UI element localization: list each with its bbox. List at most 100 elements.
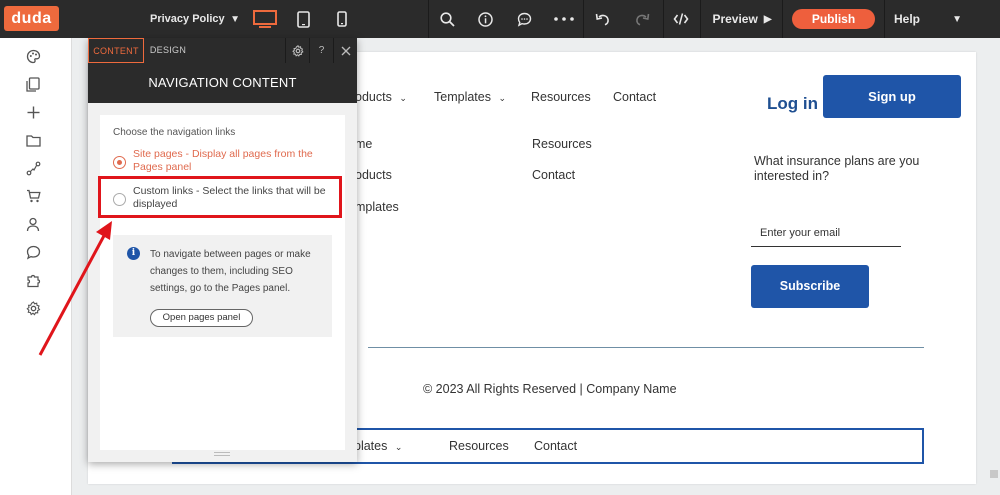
- user-icon: [26, 217, 40, 231]
- undo-icon: [595, 13, 609, 26]
- nav-link-contact[interactable]: Contact: [534, 439, 577, 453]
- info-button[interactable]: [473, 0, 497, 38]
- panel-title: NAVIGATION CONTENT: [88, 63, 357, 103]
- search-button[interactable]: [435, 0, 459, 38]
- undo-button[interactable]: [590, 0, 614, 38]
- more-options-button[interactable]: [550, 0, 578, 38]
- puzzle-icon: [26, 274, 40, 287]
- gear-icon: [25, 300, 40, 315]
- close-icon: [341, 46, 350, 55]
- play-icon: ▶: [763, 13, 772, 25]
- open-pages-panel-button[interactable]: Open pages panel: [150, 309, 253, 327]
- nav-link-templates[interactable]: plates ⌄: [354, 439, 402, 453]
- sidebar-item-add[interactable]: [24, 103, 42, 121]
- panel-tabs: CONTENT DESIGN ?: [88, 38, 357, 63]
- nav-link-templates[interactable]: Templates ⌄: [434, 90, 506, 104]
- comments-button[interactable]: [512, 0, 536, 38]
- comment-icon: [517, 12, 531, 27]
- panel-help-button[interactable]: ?: [309, 38, 333, 63]
- toolbar-separator: [884, 0, 885, 38]
- preview-button[interactable]: Preview ▶: [702, 0, 782, 38]
- info-icon: i: [127, 247, 140, 260]
- publish-button[interactable]: Publish: [792, 9, 875, 29]
- panel-close-button[interactable]: [333, 38, 357, 63]
- nav-link-resources[interactable]: Resources: [531, 90, 591, 104]
- site-pages-option-label[interactable]: Site pages - Display all pages from the …: [133, 148, 338, 173]
- help-menu[interactable]: Help ▼: [888, 0, 968, 38]
- redo-icon: [635, 13, 649, 26]
- chevron-down-icon: ▼: [230, 13, 240, 25]
- palette-icon: [26, 49, 40, 63]
- desktop-view-button[interactable]: [248, 0, 282, 38]
- panel-body: Choose the navigation links Site pages -…: [88, 103, 357, 462]
- desktop-icon: [253, 10, 277, 28]
- search-icon: [439, 11, 455, 27]
- nav-link-label: Templates: [434, 90, 491, 104]
- footer-divider: [368, 347, 924, 348]
- tab-content[interactable]: CONTENT: [88, 38, 144, 63]
- nav-link-products[interactable]: oducts ⌄: [355, 90, 407, 104]
- panel-settings-button[interactable]: [285, 38, 309, 63]
- sidebar-item-store[interactable]: [24, 187, 42, 205]
- navigation-options-card: Choose the navigation links Site pages -…: [100, 115, 345, 450]
- sidebar-item-flows[interactable]: [24, 159, 42, 177]
- sidebar-item-comments[interactable]: [24, 243, 42, 261]
- scrollbar-arrow[interactable]: [990, 470, 998, 478]
- signup-button[interactable]: Sign up: [823, 75, 961, 118]
- nav-link-contact[interactable]: Contact: [613, 90, 656, 104]
- sidebar-item-content[interactable]: [24, 131, 42, 149]
- question-icon: ?: [318, 45, 325, 56]
- nav-link-resources[interactable]: Resources: [449, 439, 509, 453]
- sidebar-item-pages[interactable]: [24, 75, 42, 93]
- footer-link-templates[interactable]: mplates: [355, 200, 399, 214]
- subscribe-button[interactable]: Subscribe: [751, 265, 869, 308]
- newsletter-question: What insurance plans are you interested …: [754, 154, 920, 183]
- email-input[interactable]: Enter your email: [751, 227, 901, 247]
- login-link[interactable]: Log in: [767, 94, 818, 114]
- toolbar-separator: [663, 0, 664, 38]
- page-selector[interactable]: Privacy Policy ▼: [140, 0, 244, 38]
- chevron-down-icon: ⌄: [498, 93, 507, 103]
- chat-icon: [26, 245, 40, 260]
- sidebar-item-users[interactable]: [24, 215, 42, 233]
- cart-icon: [26, 189, 41, 203]
- nav-link-label: oducts: [355, 90, 392, 104]
- tablet-view-button[interactable]: [290, 0, 316, 38]
- footer-link-resources[interactable]: Resources: [532, 137, 592, 151]
- chevron-down-icon: ▼: [952, 13, 962, 25]
- custom-links-highlight-box: [98, 176, 342, 218]
- redo-button[interactable]: [630, 0, 654, 38]
- toolbar-separator: [782, 0, 783, 38]
- copyright-text: © 2023 All Rights Reserved | Company Nam…: [423, 382, 677, 396]
- footer-link-contact[interactable]: Contact: [532, 168, 575, 182]
- sidebar-item-design[interactable]: [24, 47, 42, 65]
- gear-icon: [291, 44, 304, 57]
- folder-icon: [25, 134, 41, 147]
- left-sidebar: [0, 38, 72, 495]
- pages-icon: [26, 76, 40, 92]
- chevron-down-icon: ⌄: [399, 93, 407, 103]
- page-selector-label: Privacy Policy: [150, 13, 225, 25]
- toolbar-separator: [700, 0, 701, 38]
- tab-design[interactable]: DESIGN: [144, 38, 192, 63]
- top-toolbar: duda Privacy Policy ▼ Preview ▶ Publish …: [0, 0, 1000, 38]
- choose-links-label: Choose the navigation links: [113, 127, 236, 138]
- mobile-view-button[interactable]: [330, 0, 354, 38]
- navigation-content-panel: CONTENT DESIGN ? NAVIGATION CONTENT Choo…: [88, 38, 357, 462]
- chevron-down-icon: ⌄: [394, 442, 403, 452]
- flow-icon: [26, 161, 40, 175]
- panel-resize-handle[interactable]: [214, 452, 230, 456]
- pages-info-text: To navigate between pages or make change…: [150, 249, 311, 294]
- toolbar-separator: [583, 0, 584, 38]
- duda-logo[interactable]: duda: [4, 6, 59, 31]
- info-icon: [477, 11, 493, 27]
- help-label: Help: [894, 12, 921, 26]
- developer-mode-button[interactable]: [668, 0, 694, 38]
- preview-label: Preview: [712, 12, 758, 26]
- footer-link-products[interactable]: oducts: [355, 168, 392, 182]
- sidebar-item-settings[interactable]: [24, 299, 42, 317]
- footer-link-home[interactable]: me: [355, 137, 372, 151]
- nav-link-label: plates: [354, 439, 388, 453]
- sidebar-item-apps[interactable]: [24, 271, 42, 289]
- site-pages-radio[interactable]: [113, 156, 126, 169]
